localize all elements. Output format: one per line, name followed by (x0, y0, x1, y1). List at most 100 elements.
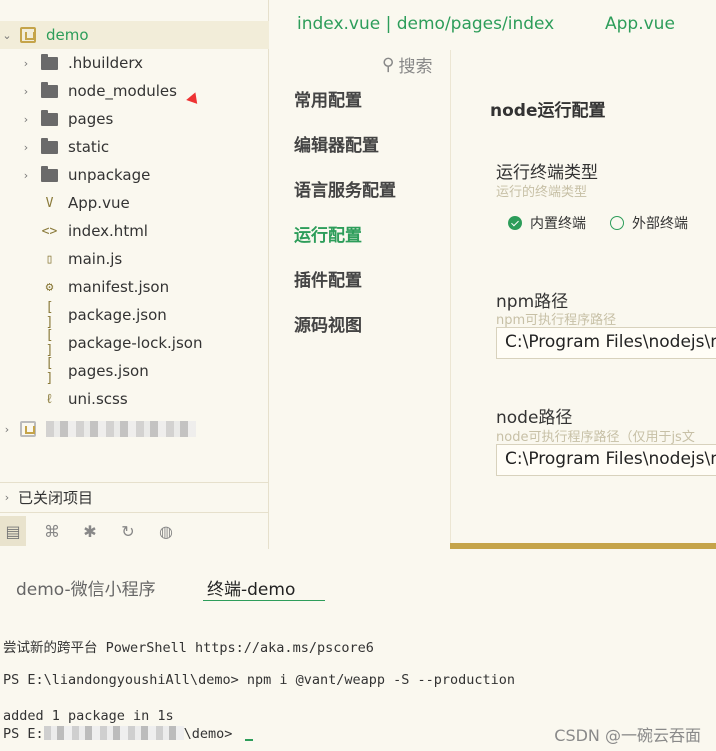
nav-plugin-config[interactable]: 插件配置 (294, 266, 362, 291)
git-icon[interactable]: ↻ (116, 519, 140, 543)
folder-icon (41, 165, 58, 182)
settings-nav: ⚲ 搜索 常用配置 编辑器配置 语言服务配置 运行配置 插件配置 源码视图 (270, 50, 450, 543)
binoculars-icon[interactable]: ⌘ (40, 519, 64, 543)
terminal-tabs: demo-微信小程序 终端-demo (0, 549, 716, 605)
terminal-type-label: 运行终端类型 (496, 163, 598, 183)
tree-item-static[interactable]: › static (0, 133, 269, 161)
sidebar-toolbar: ▤ ⌘ ✱ ↻ ◍ (0, 512, 269, 549)
json-file-icon: [ ] (45, 300, 54, 330)
js-file-icon: ▯ (45, 251, 54, 267)
folder-icon (41, 53, 58, 70)
closed-projects-section[interactable]: › 已关闭项目 (0, 483, 269, 511)
tree-item-index-html[interactable]: <> index.html (0, 217, 269, 245)
active-tab-indicator (203, 600, 325, 601)
chevron-right-icon[interactable]: › (19, 141, 33, 154)
project-icon (20, 27, 36, 43)
terminal-prompt: PS E: (3, 726, 44, 742)
tree-item-label: node_modules (68, 82, 177, 100)
tree-item-package-lock-json[interactable]: [ ] package-lock.json (0, 328, 269, 358)
panel-title: node运行配置 (490, 101, 606, 121)
nav-language-service-config[interactable]: 语言服务配置 (294, 176, 396, 201)
globe-icon[interactable]: ◍ (154, 519, 178, 543)
project-root-demo[interactable]: ⌄ demo (0, 21, 269, 49)
tree-item-hbuilderx[interactable]: › .hbuilderx (0, 49, 269, 77)
nav-source-view[interactable]: 源码视图 (294, 311, 362, 336)
nav-editor-config[interactable]: 编辑器配置 (294, 131, 379, 156)
chevron-right-icon[interactable]: › (19, 169, 33, 182)
tree-item-package-json[interactable]: [ ] package.json (0, 300, 269, 330)
node-path-hint: node可执行程序路径（仅用于js文 (496, 430, 695, 445)
tree-item-manifest-json[interactable]: ⚙ manifest.json (0, 273, 269, 301)
tree-item-label: pages (68, 110, 114, 128)
tree-item-label: App.vue (68, 194, 130, 212)
vue-file-icon: V (45, 195, 54, 211)
watermark: CSDN @一碗云吞面 (554, 726, 701, 745)
terminal-line: PS E:\liandongyoushiAll\demo> npm i @van… (3, 672, 515, 688)
tree-item-pages[interactable]: › pages (0, 105, 269, 133)
tab-index-vue[interactable]: index.vue | demo/pages/index (297, 14, 554, 34)
search-icon: ⚲ (382, 54, 395, 75)
nav-common-config[interactable]: 常用配置 (294, 86, 362, 111)
project-name: demo (46, 26, 89, 44)
editor-tabs: index.vue | demo/pages/index App.vue (270, 0, 716, 50)
tree-item-label: package.json (68, 306, 167, 324)
scss-file-icon: ℓ (45, 391, 54, 407)
tree-item-label: index.html (68, 222, 148, 240)
terminal-line: added 1 package in 1s (3, 708, 174, 724)
terminal-prompt: \demo> (183, 726, 241, 742)
tree-item-node-modules[interactable]: › node_modules (0, 77, 269, 105)
chevron-right-icon[interactable]: › (19, 57, 33, 70)
terminal-type-hint: 运行的终端类型 (496, 185, 588, 200)
tree-item-label: static (68, 138, 110, 156)
radio-external-terminal[interactable]: 外部终端 (610, 213, 688, 233)
folder-icon (41, 109, 58, 126)
app-window: ⌄ demo › .hbuilderx › node_modules › pag… (0, 0, 716, 751)
folder-icon (41, 137, 58, 154)
chevron-right-icon[interactable]: › (19, 113, 33, 126)
tree-item-unpackage[interactable]: › unpackage (0, 161, 269, 189)
npm-path-input[interactable]: C:\Program Files\nodejs\n (496, 327, 716, 359)
closed-projects-label: 已关闭项目 (18, 488, 94, 507)
tab-app-vue[interactable]: App.vue (605, 14, 675, 34)
chevron-right-icon[interactable]: › (19, 85, 33, 98)
tree-item-label: pages.json (68, 362, 149, 380)
node-path-label: node路径 (496, 408, 573, 428)
chevron-right-icon[interactable]: › (0, 491, 14, 504)
radio-builtin-terminal[interactable]: 内置终端 (508, 213, 586, 233)
text-cursor (244, 739, 253, 741)
tree-item-label: .hbuilderx (68, 54, 144, 72)
tab-terminal-demo[interactable]: 终端-demo (207, 575, 295, 600)
terminal-prompt: PS E:\liandongyoushiAll\demo> (3, 672, 247, 688)
terminal-line: 尝试新的跨平台 PowerShell https://aka.ms/pscore… (3, 640, 374, 656)
html-file-icon: <> (41, 223, 58, 239)
tree-item-label: unpackage (68, 166, 151, 184)
search-label: 搜索 (398, 57, 433, 77)
tree-item-app-vue[interactable]: V App.vue (0, 189, 269, 217)
nav-run-config[interactable]: 运行配置 (294, 221, 362, 246)
tab-wechat-miniprogram[interactable]: demo-微信小程序 (16, 575, 156, 600)
tree-item-label: manifest.json (68, 278, 170, 296)
project-manager-icon[interactable]: ▤ (0, 516, 26, 546)
json-file-icon: [ ] (45, 356, 54, 386)
npm-path-hint: npm可执行程序路径 (496, 313, 617, 328)
terminal-type-options: 内置终端 外部终端 (508, 213, 688, 233)
folder-icon (41, 81, 58, 98)
project-explorer: ⌄ demo › .hbuilderx › node_modules › pag… (0, 0, 269, 549)
tree-item-redacted-project[interactable]: › (0, 415, 269, 443)
settings-search[interactable]: ⚲ 搜索 (382, 52, 433, 78)
chevron-right-icon[interactable]: › (0, 423, 14, 436)
redacted-path (43, 726, 184, 740)
redacted-project-name (46, 421, 196, 437)
terminal-command: npm i @vant/weapp -S --production (246, 672, 516, 688)
terminal-line: PS E: \demo> (3, 726, 253, 742)
tree-item-main-js[interactable]: ▯ main.js (0, 245, 269, 273)
debug-bug-icon[interactable]: ✱ (78, 519, 102, 543)
tree-item-pages-json[interactable]: [ ] pages.json (0, 356, 269, 386)
radio-label: 外部终端 (632, 216, 688, 232)
radio-unchecked-icon (610, 216, 624, 230)
node-path-input[interactable]: C:\Program Files\nodejs\n (496, 444, 716, 476)
chevron-down-icon[interactable]: ⌄ (0, 29, 14, 42)
tree-item-uni-scss[interactable]: ℓ uni.scss (0, 385, 269, 413)
settings-panel: node运行配置 运行终端类型 运行的终端类型 内置终端 外部终端 npm路径 … (450, 50, 716, 543)
tree-item-label: main.js (68, 250, 123, 268)
